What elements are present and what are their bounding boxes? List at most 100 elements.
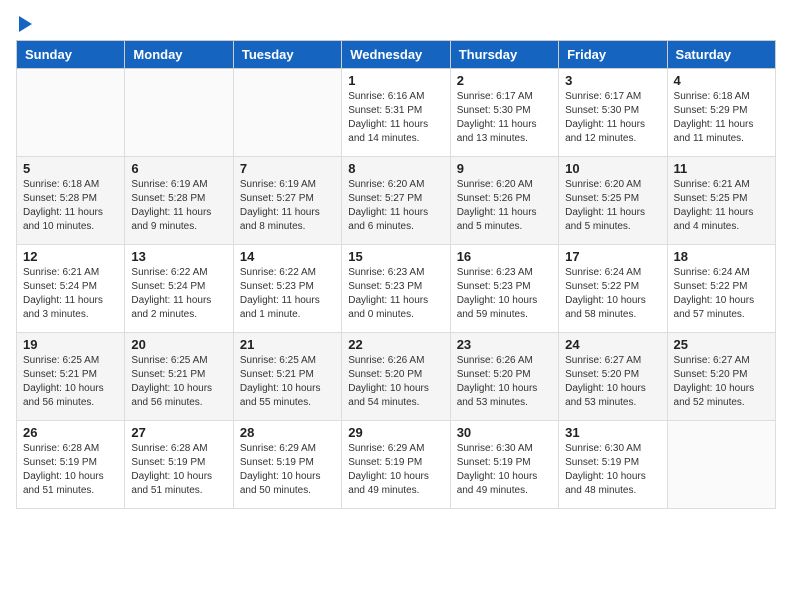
calendar-cell: 14 Sunrise: 6:22 AM Sunset: 5:23 PM Dayli…	[233, 245, 341, 333]
day-number: 10	[565, 161, 660, 176]
calendar-cell: 13 Sunrise: 6:22 AM Sunset: 5:24 PM Dayli…	[125, 245, 233, 333]
calendar-cell: 4 Sunrise: 6:18 AM Sunset: 5:29 PM Daylig…	[667, 69, 775, 157]
day-info: Sunrise: 6:27 AM Sunset: 5:20 PM Dayligh…	[565, 354, 660, 410]
calendar-cell: 28 Sunrise: 6:29 AM Sunset: 5:19 PM Dayli…	[233, 421, 341, 509]
day-of-week-header: Saturday	[667, 41, 775, 69]
day-info: Sunrise: 6:22 AM Sunset: 5:24 PM Dayligh…	[131, 266, 226, 322]
day-of-week-header: Wednesday	[342, 41, 450, 69]
calendar-cell: 25 Sunrise: 6:27 AM Sunset: 5:20 PM Dayli…	[667, 333, 775, 421]
calendar-cell: 10 Sunrise: 6:20 AM Sunset: 5:25 PM Dayli…	[559, 157, 667, 245]
day-info: Sunrise: 6:23 AM Sunset: 5:23 PM Dayligh…	[348, 266, 443, 322]
page-header	[16, 16, 776, 32]
day-info: Sunrise: 6:25 AM Sunset: 5:21 PM Dayligh…	[240, 354, 335, 410]
day-info: Sunrise: 6:20 AM Sunset: 5:26 PM Dayligh…	[457, 178, 552, 234]
day-number: 27	[131, 425, 226, 440]
calendar-cell: 29Sunrise: 6:29 AM Sunset: 5:19 PM Dayli…	[342, 421, 450, 509]
day-of-week-header: Friday	[559, 41, 667, 69]
day-number: 31	[565, 425, 660, 440]
day-info: Sunrise: 6:27 AM Sunset: 5:20 PM Dayligh…	[674, 354, 769, 410]
calendar-cell: 9 Sunrise: 6:20 AM Sunset: 5:26 PM Daylig…	[450, 157, 558, 245]
calendar-cell: 18Sunrise: 6:24 AM Sunset: 5:22 PM Dayli…	[667, 245, 775, 333]
day-number: 14	[240, 249, 335, 264]
calendar-cell: 6 Sunrise: 6:19 AM Sunset: 5:28 PM Daylig…	[125, 157, 233, 245]
calendar-cell: 1 Sunrise: 6:16 AM Sunset: 5:31 PM Daylig…	[342, 69, 450, 157]
day-info: Sunrise: 6:26 AM Sunset: 5:20 PM Dayligh…	[457, 354, 552, 410]
day-info: Sunrise: 6:25 AM Sunset: 5:21 PM Dayligh…	[23, 354, 118, 410]
calendar-week-row: 1 Sunrise: 6:16 AM Sunset: 5:31 PM Daylig…	[17, 69, 776, 157]
calendar-cell	[233, 69, 341, 157]
day-number: 17	[565, 249, 660, 264]
day-info: Sunrise: 6:20 AM Sunset: 5:25 PM Dayligh…	[565, 178, 660, 234]
day-number: 25	[674, 337, 769, 352]
day-info: Sunrise: 6:29 AM Sunset: 5:19 PM Dayligh…	[348, 442, 443, 498]
calendar-cell: 16 Sunrise: 6:23 AM Sunset: 5:23 PM Dayli…	[450, 245, 558, 333]
day-of-week-header: Tuesday	[233, 41, 341, 69]
day-number: 4	[674, 73, 769, 88]
calendar-header-row: SundayMondayTuesdayWednesdayThursdayFrid…	[17, 41, 776, 69]
calendar-cell: 24 Sunrise: 6:27 AM Sunset: 5:20 PM Dayli…	[559, 333, 667, 421]
day-info: Sunrise: 6:16 AM Sunset: 5:31 PM Dayligh…	[348, 90, 443, 146]
calendar-cell	[17, 69, 125, 157]
day-info: Sunrise: 6:21 AM Sunset: 5:25 PM Dayligh…	[674, 178, 769, 234]
day-number: 9	[457, 161, 552, 176]
calendar-cell: 12Sunrise: 6:21 AM Sunset: 5:24 PM Dayli…	[17, 245, 125, 333]
calendar-cell: 20Sunrise: 6:25 AM Sunset: 5:21 PM Dayli…	[125, 333, 233, 421]
calendar-week-row: 19 Sunrise: 6:25 AM Sunset: 5:21 PM Dayli…	[17, 333, 776, 421]
day-info: Sunrise: 6:29 AM Sunset: 5:19 PM Dayligh…	[240, 442, 335, 498]
day-info: Sunrise: 6:18 AM Sunset: 5:29 PM Dayligh…	[674, 90, 769, 146]
day-number: 15	[348, 249, 443, 264]
calendar-cell: 3Sunrise: 6:17 AM Sunset: 5:30 PM Daylig…	[559, 69, 667, 157]
calendar-cell: 31Sunrise: 6:30 AM Sunset: 5:19 PM Dayli…	[559, 421, 667, 509]
day-number: 24	[565, 337, 660, 352]
day-number: 7	[240, 161, 335, 176]
day-number: 13	[131, 249, 226, 264]
day-info: Sunrise: 6:28 AM Sunset: 5:19 PM Dayligh…	[23, 442, 118, 498]
calendar-cell: 17 Sunrise: 6:24 AM Sunset: 5:22 PM Dayli…	[559, 245, 667, 333]
day-of-week-header: Sunday	[17, 41, 125, 69]
day-number: 28	[240, 425, 335, 440]
day-number: 22	[348, 337, 443, 352]
day-number: 23	[457, 337, 552, 352]
logo-arrow-icon	[19, 16, 32, 32]
day-number: 6	[131, 161, 226, 176]
day-info: Sunrise: 6:17 AM Sunset: 5:30 PM Dayligh…	[565, 90, 660, 146]
day-number: 19	[23, 337, 118, 352]
logo	[16, 16, 32, 32]
day-number: 16	[457, 249, 552, 264]
day-number: 1	[348, 73, 443, 88]
calendar-cell: 2Sunrise: 6:17 AM Sunset: 5:30 PM Daylig…	[450, 69, 558, 157]
calendar-cell: 26Sunrise: 6:28 AM Sunset: 5:19 PM Dayli…	[17, 421, 125, 509]
calendar-cell: 23 Sunrise: 6:26 AM Sunset: 5:20 PM Dayli…	[450, 333, 558, 421]
day-info: Sunrise: 6:20 AM Sunset: 5:27 PM Dayligh…	[348, 178, 443, 234]
calendar-cell: 8 Sunrise: 6:20 AM Sunset: 5:27 PM Daylig…	[342, 157, 450, 245]
day-info: Sunrise: 6:22 AM Sunset: 5:23 PM Dayligh…	[240, 266, 335, 322]
day-info: Sunrise: 6:23 AM Sunset: 5:23 PM Dayligh…	[457, 266, 552, 322]
day-of-week-header: Monday	[125, 41, 233, 69]
day-info: Sunrise: 6:26 AM Sunset: 5:20 PM Dayligh…	[348, 354, 443, 410]
day-info: Sunrise: 6:19 AM Sunset: 5:27 PM Dayligh…	[240, 178, 335, 234]
day-number: 8	[348, 161, 443, 176]
calendar-cell: 21 Sunrise: 6:25 AM Sunset: 5:21 PM Dayli…	[233, 333, 341, 421]
day-info: Sunrise: 6:30 AM Sunset: 5:19 PM Dayligh…	[457, 442, 552, 498]
day-info: Sunrise: 6:25 AM Sunset: 5:21 PM Dayligh…	[131, 354, 226, 410]
calendar-week-row: 12Sunrise: 6:21 AM Sunset: 5:24 PM Dayli…	[17, 245, 776, 333]
day-of-week-header: Thursday	[450, 41, 558, 69]
calendar-week-row: 5 Sunrise: 6:18 AM Sunset: 5:28 PM Daylig…	[17, 157, 776, 245]
day-number: 21	[240, 337, 335, 352]
day-number: 5	[23, 161, 118, 176]
calendar-cell: 7 Sunrise: 6:19 AM Sunset: 5:27 PM Daylig…	[233, 157, 341, 245]
day-info: Sunrise: 6:24 AM Sunset: 5:22 PM Dayligh…	[565, 266, 660, 322]
day-number: 30	[457, 425, 552, 440]
day-info: Sunrise: 6:18 AM Sunset: 5:28 PM Dayligh…	[23, 178, 118, 234]
calendar-cell: 5 Sunrise: 6:18 AM Sunset: 5:28 PM Daylig…	[17, 157, 125, 245]
day-number: 18	[674, 249, 769, 264]
day-info: Sunrise: 6:28 AM Sunset: 5:19 PM Dayligh…	[131, 442, 226, 498]
calendar-cell	[125, 69, 233, 157]
calendar-cell: 15 Sunrise: 6:23 AM Sunset: 5:23 PM Dayli…	[342, 245, 450, 333]
day-info: Sunrise: 6:19 AM Sunset: 5:28 PM Dayligh…	[131, 178, 226, 234]
day-info: Sunrise: 6:17 AM Sunset: 5:30 PM Dayligh…	[457, 90, 552, 146]
calendar-table: SundayMondayTuesdayWednesdayThursdayFrid…	[16, 40, 776, 509]
calendar-cell: 22 Sunrise: 6:26 AM Sunset: 5:20 PM Dayli…	[342, 333, 450, 421]
day-info: Sunrise: 6:21 AM Sunset: 5:24 PM Dayligh…	[23, 266, 118, 322]
day-number: 11	[674, 161, 769, 176]
